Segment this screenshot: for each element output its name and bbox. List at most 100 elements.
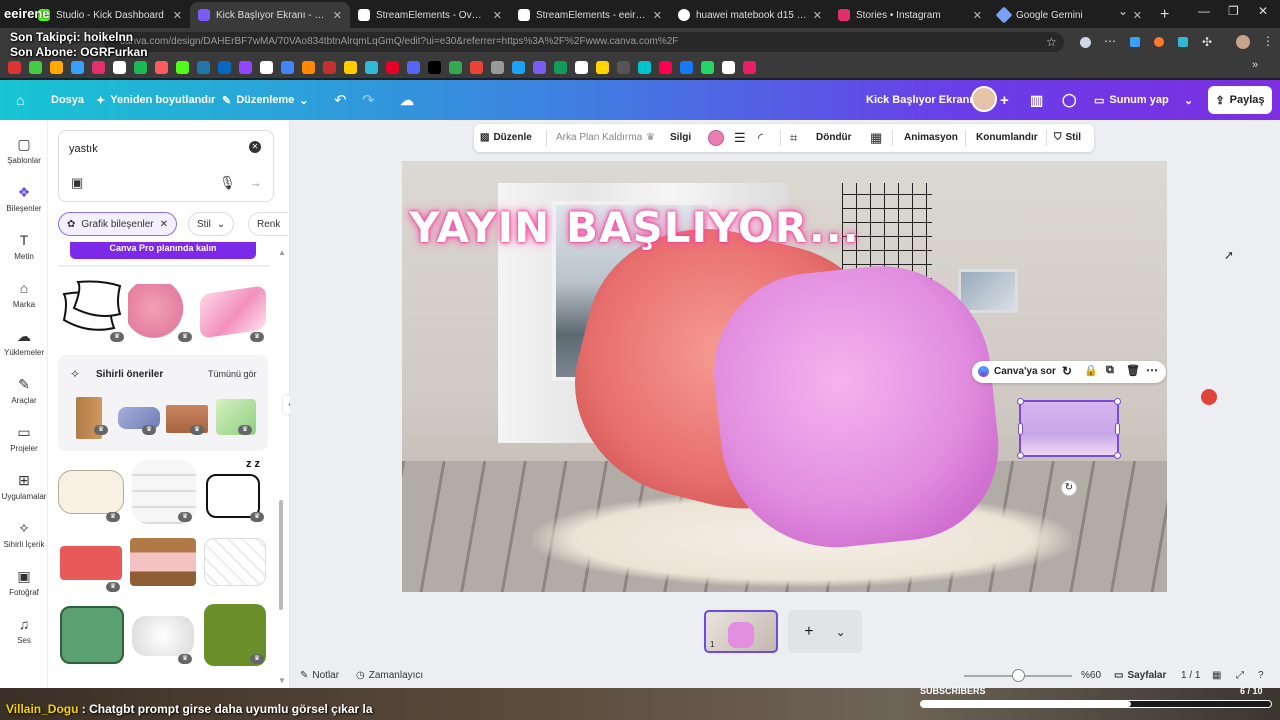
bookmark-icon[interactable]: [596, 60, 609, 74]
clear-search-icon[interactable]: ✕: [249, 141, 261, 153]
bookmark-icon[interactable]: [50, 60, 63, 74]
rail-item-folder[interactable]: ▭ Projeler: [0, 424, 48, 453]
rail-item-upload[interactable]: ☁ Yüklemeler: [0, 328, 48, 357]
more-options-icon[interactable]: ⋯: [1146, 363, 1158, 377]
home-icon[interactable]: ⌂: [16, 92, 24, 108]
fullscreen-icon[interactable]: ⤢: [1236, 670, 1244, 681]
page-thumbnail[interactable]: 1: [704, 610, 778, 653]
bookmark-icon[interactable]: [92, 60, 105, 74]
submit-arrow-icon[interactable]: →: [249, 175, 262, 190]
bookmark-icon[interactable]: [176, 60, 189, 74]
notes-button[interactable]: ✎ Notlar: [300, 670, 339, 681]
profile-avatar[interactable]: [1236, 35, 1250, 49]
resize-handle[interactable]: [1017, 398, 1024, 405]
present-button[interactable]: ▭ Sunum yap: [1094, 94, 1169, 107]
bookmark-icon[interactable]: [512, 60, 525, 74]
extension-icon[interactable]: [1080, 37, 1091, 48]
tab-streamelements[interactable]: StreamElements - eeirene ✕: [510, 2, 670, 28]
extension-icon[interactable]: [1178, 37, 1188, 47]
bookmark-icon[interactable]: [428, 60, 441, 74]
duplicate-icon[interactable]: ⧉: [1106, 364, 1114, 377]
bookmark-star-icon[interactable]: ☆: [1046, 35, 1057, 49]
edit-image-button[interactable]: ▨ Düzenle: [480, 124, 532, 152]
trash-icon[interactable]: 🗑: [1126, 364, 1140, 377]
bookmark-icon[interactable]: [218, 60, 231, 74]
comment-icon[interactable]: ◯: [1062, 92, 1077, 108]
url-field[interactable]: canva.com/design/DAHErBF7wMA/70VAo834tbt…: [104, 32, 1064, 52]
eraser-button[interactable]: Silgi: [670, 124, 691, 152]
pink-pillows-graphic[interactable]: [128, 284, 192, 338]
close-icon[interactable]: ✕: [493, 9, 502, 22]
panel-scrollbar[interactable]: [279, 500, 283, 610]
regenerate-icon[interactable]: ↻: [1062, 364, 1072, 378]
chip-style[interactable]: Stil ⌄: [188, 212, 235, 236]
corner-rounding-icon[interactable]: ◜: [758, 124, 763, 152]
bookmark-icon[interactable]: [323, 60, 336, 74]
bookmark-icon[interactable]: [71, 60, 84, 74]
rail-item-apps[interactable]: ⊞ Uygulamalar: [0, 472, 48, 501]
pro-banner-button[interactable]: Canva Pro planında kalın: [70, 242, 256, 259]
selected-element[interactable]: [1017, 398, 1121, 459]
bookmark-icon[interactable]: [113, 60, 126, 74]
quilted-pillow-graphic[interactable]: [204, 538, 266, 586]
tab-streamelements-overlays[interactable]: StreamElements - Overlays ✕: [350, 2, 510, 28]
tab-google-search[interactable]: huawei matebook d15 - Googl ✕: [670, 2, 830, 28]
close-icon[interactable]: ✕: [333, 9, 342, 22]
resize-handle[interactable]: [1114, 398, 1121, 405]
pages-button[interactable]: ▭ Sayfalar: [1114, 670, 1166, 681]
image-search-icon[interactable]: ▣: [71, 175, 83, 191]
rail-item-template[interactable]: ▢ Şablonlar: [0, 136, 48, 165]
rotate-handle-icon[interactable]: ↻: [1061, 480, 1077, 496]
undo-icon[interactable]: ↶: [334, 91, 347, 109]
bg-remove-button[interactable]: Arka Plan Kaldırma ♛: [556, 124, 655, 152]
bookmark-icon[interactable]: [239, 60, 252, 74]
close-icon[interactable]: ✕: [653, 9, 662, 22]
close-icon[interactable]: ✕: [173, 9, 182, 22]
tab-kick-dashboard[interactable]: Studio - Kick Dashboard ✕: [30, 2, 190, 28]
extension-menu-icon[interactable]: ⋯: [1104, 34, 1116, 48]
chip-color[interactable]: Renk: [248, 212, 288, 236]
red-pillow-graphic[interactable]: [60, 546, 122, 580]
zoom-value[interactable]: %60: [1081, 670, 1101, 681]
bookmark-icon[interactable]: [155, 60, 168, 74]
search-input[interactable]: yastık: [69, 143, 98, 155]
resize-handle[interactable]: [1017, 452, 1024, 459]
rail-item-text[interactable]: T Metin: [0, 232, 48, 261]
bookmark-icon[interactable]: [407, 60, 420, 74]
close-icon[interactable]: ✕: [160, 219, 168, 230]
resize-button[interactable]: ✦ Yeniden boyutlandır: [96, 94, 215, 107]
timer-button[interactable]: ◷ Zamanlayıcı: [356, 670, 423, 681]
microphone-icon[interactable]: 🎙: [219, 175, 236, 191]
floating-app-icon[interactable]: [1201, 389, 1217, 405]
bookmark-icon[interactable]: [470, 60, 483, 74]
tab-search-icon[interactable]: ⌄: [1118, 4, 1128, 18]
close-icon[interactable]: ✕: [1133, 9, 1142, 22]
bookmark-icon[interactable]: [659, 60, 672, 74]
animate-button[interactable]: Animasyon: [904, 124, 958, 152]
close-icon[interactable]: ✕: [813, 9, 822, 22]
tab-canva[interactable]: Kick Başlıyor Ekranı - Sunum ✕: [190, 2, 350, 28]
share-button[interactable]: ⇪ Paylaş: [1208, 86, 1272, 114]
resize-handle[interactable]: [1018, 423, 1023, 435]
rail-item-music[interactable]: ♫ Ses: [0, 616, 48, 645]
extension-icon[interactable]: [1130, 37, 1140, 47]
bookmark-icon[interactable]: [281, 60, 294, 74]
bookmark-icon[interactable]: [680, 60, 693, 74]
redo-icon[interactable]: ↷: [362, 91, 375, 109]
minimize-icon[interactable]: —: [1198, 4, 1210, 18]
bookmark-icon[interactable]: [29, 60, 42, 74]
transparency-icon[interactable]: ▦: [870, 124, 882, 152]
bookmark-icon[interactable]: [449, 60, 462, 74]
green-pillow-graphic[interactable]: [60, 606, 124, 664]
bookmark-icon[interactable]: [386, 60, 399, 74]
add-collaborator-button[interactable]: +: [1000, 92, 1009, 109]
bookmark-icon[interactable]: [638, 60, 651, 74]
chevron-down-icon[interactable]: ⌄: [836, 625, 846, 639]
bookmark-icon[interactable]: [134, 60, 147, 74]
new-tab-button[interactable]: +: [1150, 2, 1179, 28]
style-button[interactable]: ⛉ Stil: [1054, 124, 1081, 152]
bookmark-icon[interactable]: [722, 60, 735, 74]
satin-pillow-graphic[interactable]: [200, 285, 266, 339]
white-pillow-graphic[interactable]: [132, 616, 194, 656]
rail-item-photo[interactable]: ▣ Fotoğraf: [0, 568, 48, 597]
